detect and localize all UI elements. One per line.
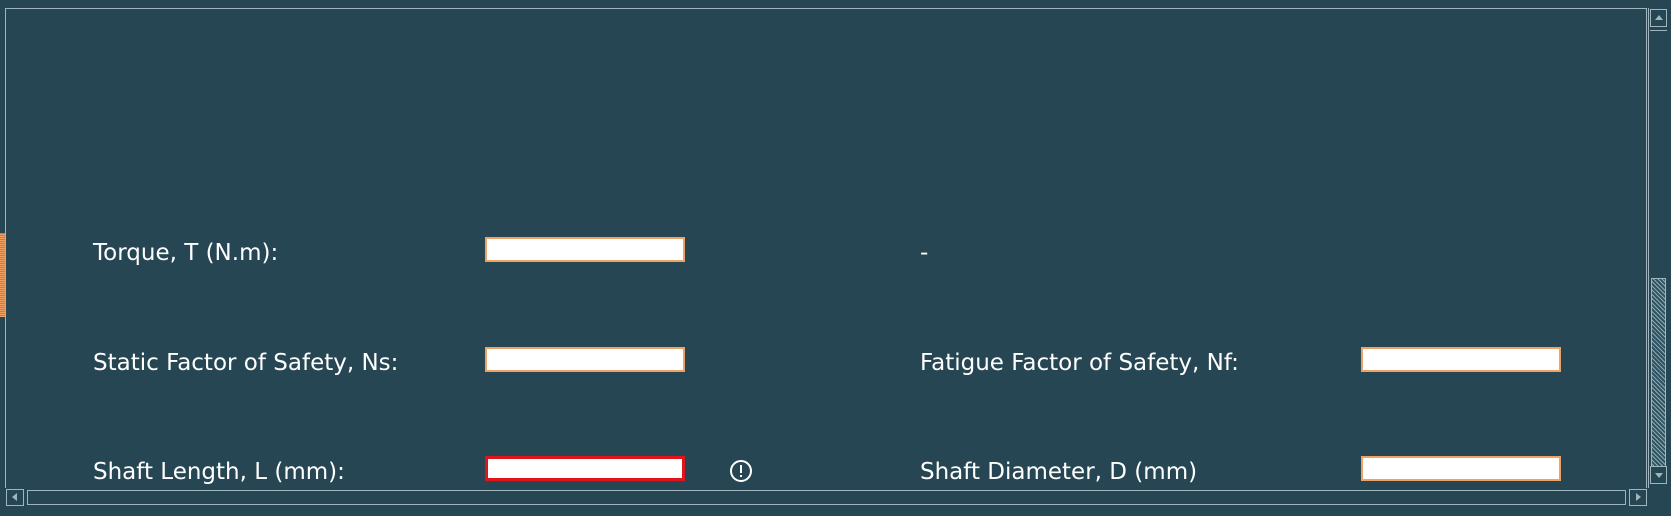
shaft-diameter-label: Shaft Diameter, D (mm)	[920, 459, 1198, 485]
fatigue-fos-label: Fatigue Factor of Safety, Nf:	[920, 350, 1239, 376]
horizontal-scroll-thumb[interactable]	[27, 490, 1626, 505]
form-panel: Torque, T (N.m): - Static Factor of Safe…	[5, 8, 1647, 490]
fatigue-fos-input[interactable]	[1361, 347, 1561, 372]
shaft-diameter-input[interactable]	[1361, 456, 1561, 481]
triangle-down-icon	[1655, 473, 1663, 478]
horizontal-scrollbar[interactable]	[5, 488, 1648, 508]
torque-result-placeholder: -	[920, 240, 929, 266]
torque-input[interactable]	[485, 237, 685, 262]
scroll-track-edge	[1650, 30, 1667, 31]
triangle-up-icon	[1655, 15, 1663, 20]
alert-circle-icon	[730, 460, 752, 482]
shaft-length-label: Shaft Length, L (mm):	[93, 459, 345, 485]
vertical-scroll-thumb[interactable]	[1651, 278, 1666, 470]
scroll-left-button[interactable]	[6, 489, 24, 506]
triangle-left-icon	[12, 493, 17, 501]
form-viewport: Torque, T (N.m): - Static Factor of Safe…	[7, 10, 1646, 487]
scroll-right-button[interactable]	[1629, 489, 1647, 506]
static-fos-input[interactable]	[485, 347, 685, 372]
triangle-right-icon	[1636, 493, 1641, 501]
torque-label: Torque, T (N.m):	[93, 240, 279, 266]
vertical-scrollbar[interactable]	[1648, 8, 1669, 488]
shaft-length-input[interactable]	[485, 456, 685, 481]
scroll-down-button[interactable]	[1650, 466, 1667, 484]
scroll-up-button[interactable]	[1650, 9, 1667, 27]
static-fos-label: Static Factor of Safety, Ns:	[93, 350, 399, 376]
